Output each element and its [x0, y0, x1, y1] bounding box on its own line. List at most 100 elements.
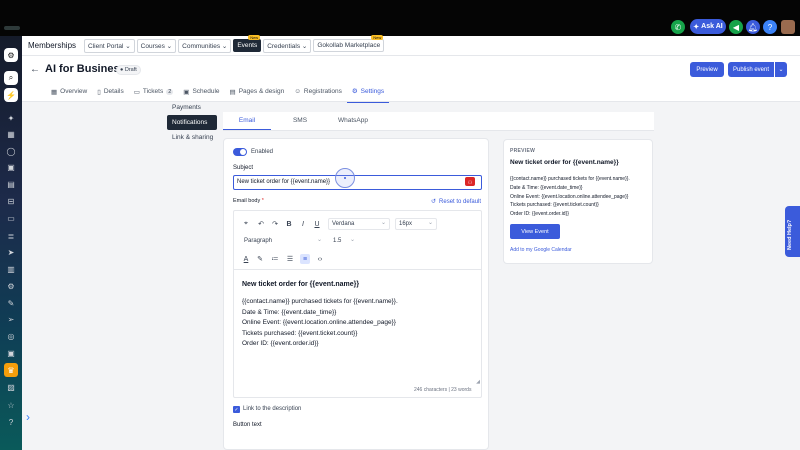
- underline-icon[interactable]: U: [312, 219, 322, 229]
- tools-icon[interactable]: ✎: [4, 296, 18, 310]
- sidebar-collapse-icon[interactable]: ›: [26, 410, 30, 424]
- media-icon[interactable]: ▨: [4, 380, 18, 394]
- highlight-icon[interactable]: ✎: [255, 254, 265, 264]
- gear-icon: ⚙: [351, 88, 358, 95]
- resize-handle-icon[interactable]: ◢: [476, 379, 480, 385]
- email-preview-panel: PREVIEW New ticket order for {{event.nam…: [503, 139, 653, 264]
- editor-content[interactable]: New ticket order for {{event.name}} {{co…: [242, 281, 474, 350]
- publish-event-button[interactable]: Publish event: [728, 62, 774, 77]
- text-color-icon[interactable]: A: [241, 254, 251, 264]
- character-counter: 246 characters | 23 words: [414, 387, 472, 393]
- tag-icon[interactable]: ⌖: [241, 219, 251, 229]
- enabled-toggle[interactable]: [233, 148, 247, 156]
- target-icon[interactable]: ◎: [4, 329, 18, 343]
- calendar-icon: ▣: [183, 88, 190, 96]
- block-format-select[interactable]: Paragraph: [241, 235, 325, 248]
- grid-icon[interactable]: ▦: [4, 127, 18, 141]
- nav-tab-marketplace[interactable]: Gokollab Marketplace New: [313, 35, 385, 52]
- view-event-button[interactable]: View Event: [510, 224, 560, 239]
- memberships-icon[interactable]: ♛: [4, 363, 18, 377]
- link-description-checkbox[interactable]: ✓: [233, 406, 240, 413]
- nav-tab-client-portal[interactable]: Client Portal ⌄: [84, 38, 135, 53]
- nav-tab-courses[interactable]: Courses ⌄: [136, 38, 177, 53]
- settings-item-notifications[interactable]: Notifications: [167, 115, 217, 130]
- back-arrow-icon[interactable]: ←: [30, 64, 40, 75]
- page-title: AI for Business: [45, 63, 126, 75]
- new-badge: New: [371, 35, 384, 40]
- settings-item-payments[interactable]: Payments: [167, 100, 217, 115]
- megaphone-icon[interactable]: ◀: [729, 20, 743, 34]
- tab-email[interactable]: Email: [223, 112, 271, 130]
- nav-tab-events[interactable]: Events New: [233, 35, 262, 52]
- grid-icon: ▦: [51, 88, 58, 96]
- publish-options-chevron-icon[interactable]: ⌄: [775, 62, 787, 77]
- top-bar: ✆ ✦ Ask AI ◀ 🔔︎ ?: [0, 0, 800, 36]
- tab-overview[interactable]: ▦ Overview: [46, 83, 92, 103]
- preview-button[interactable]: Preview: [690, 62, 724, 77]
- search-icon[interactable]: ⌕: [4, 71, 18, 85]
- subject-label: Subject: [233, 165, 254, 171]
- phone-icon[interactable]: ✆: [671, 20, 685, 34]
- font-size-select[interactable]: 16px: [395, 218, 437, 230]
- bold-icon[interactable]: B: [284, 219, 294, 229]
- custom-values-icon[interactable]: { }: [465, 177, 475, 186]
- email-settings-card: Enabled Subject New ticket order for {{e…: [223, 138, 489, 450]
- ask-ai-button[interactable]: ✦ Ask AI: [690, 19, 726, 34]
- star-icon[interactable]: ☆: [4, 398, 18, 412]
- redo-icon[interactable]: ↷: [270, 219, 280, 229]
- app-switcher-icon[interactable]: ⚙: [4, 48, 18, 62]
- numbered-list-icon[interactable]: ☰: [285, 254, 295, 264]
- event-tabs: ▦ Overview ▯ Details ▭ Tickets 2 ▣ Schedule ▤…: [46, 83, 390, 103]
- bell-icon[interactable]: 🔔︎: [746, 20, 760, 34]
- google-calendar-link[interactable]: Add to my Google Calendar: [510, 247, 572, 253]
- settings-icon[interactable]: ⚙: [4, 279, 18, 293]
- sites-icon[interactable]: ▣: [4, 346, 18, 360]
- line-height-select[interactable]: 1.5: [330, 235, 358, 248]
- preview-body: {{contact.name}} purchased tickets for {…: [510, 175, 650, 219]
- ticket-icon: ▭: [133, 88, 140, 96]
- tab-pages-design[interactable]: ▤ Pages & design: [225, 83, 290, 103]
- align-icon[interactable]: ≡: [300, 254, 310, 264]
- email-icon[interactable]: ≣: [4, 229, 18, 243]
- tab-settings[interactable]: ⚙ Settings: [346, 83, 390, 103]
- tab-whatsapp[interactable]: WhatsApp: [329, 112, 377, 130]
- opportunities-icon[interactable]: ⊟: [4, 194, 18, 208]
- email-body-line: Tickets purchased: {{event.ticket.count}…: [242, 329, 358, 337]
- user-avatar[interactable]: [781, 20, 795, 34]
- layout-icon: ▤: [229, 88, 236, 96]
- preview-line: Online Event: {{event.location.online.at…: [510, 193, 629, 200]
- preview-line: Order ID: {{event.order.id}}: [510, 211, 569, 218]
- settings-item-link-sharing[interactable]: Link & sharing: [167, 130, 217, 145]
- subject-input[interactable]: New ticket order for {{event.name}}: [233, 175, 482, 190]
- undo-icon[interactable]: ↶: [256, 219, 266, 229]
- cursor-indicator: [335, 168, 355, 188]
- payments-icon[interactable]: ▭: [4, 211, 18, 225]
- bullet-list-icon[interactable]: ≔: [270, 254, 280, 264]
- reset-to-default-link[interactable]: ↺ Reset to default: [431, 198, 481, 206]
- contacts-icon[interactable]: ▤: [4, 177, 18, 191]
- calendar-icon[interactable]: ▣: [4, 160, 18, 174]
- help-icon[interactable]: ?: [763, 20, 777, 34]
- send-icon[interactable]: ➢: [4, 312, 18, 326]
- sparkle-icon: ✦: [693, 23, 700, 31]
- help-icon[interactable]: ?: [4, 415, 18, 429]
- lightning-icon[interactable]: ⚡: [4, 88, 18, 102]
- code-icon[interactable]: ‹›: [315, 254, 325, 264]
- nav-tab-credentials[interactable]: Credentials ⌄: [263, 38, 312, 53]
- nav-tab-communities[interactable]: Communities ⌄: [178, 38, 232, 53]
- send-icon[interactable]: ➤: [4, 245, 18, 259]
- reporting-icon[interactable]: ▥: [4, 262, 18, 276]
- button-text-label: Button text: [233, 422, 262, 428]
- chat-icon[interactable]: ◯: [4, 144, 18, 158]
- need-help-tab[interactable]: Need Help?: [785, 206, 800, 257]
- status-badge: ● Draft: [116, 65, 141, 75]
- document-icon: ▯: [97, 88, 101, 96]
- tab-details[interactable]: ▯ Details: [92, 83, 128, 103]
- ticket-count-badge: 2: [166, 88, 174, 95]
- italic-icon[interactable]: I: [298, 219, 308, 229]
- email-body-line: Date & Time: {{event.date_time}}: [242, 308, 337, 316]
- sparkle-icon[interactable]: ✦: [4, 111, 18, 125]
- font-family-select[interactable]: Verdana: [328, 218, 390, 230]
- tab-sms[interactable]: SMS: [276, 112, 324, 130]
- tab-registrations[interactable]: ☺ Registrations: [289, 83, 347, 103]
